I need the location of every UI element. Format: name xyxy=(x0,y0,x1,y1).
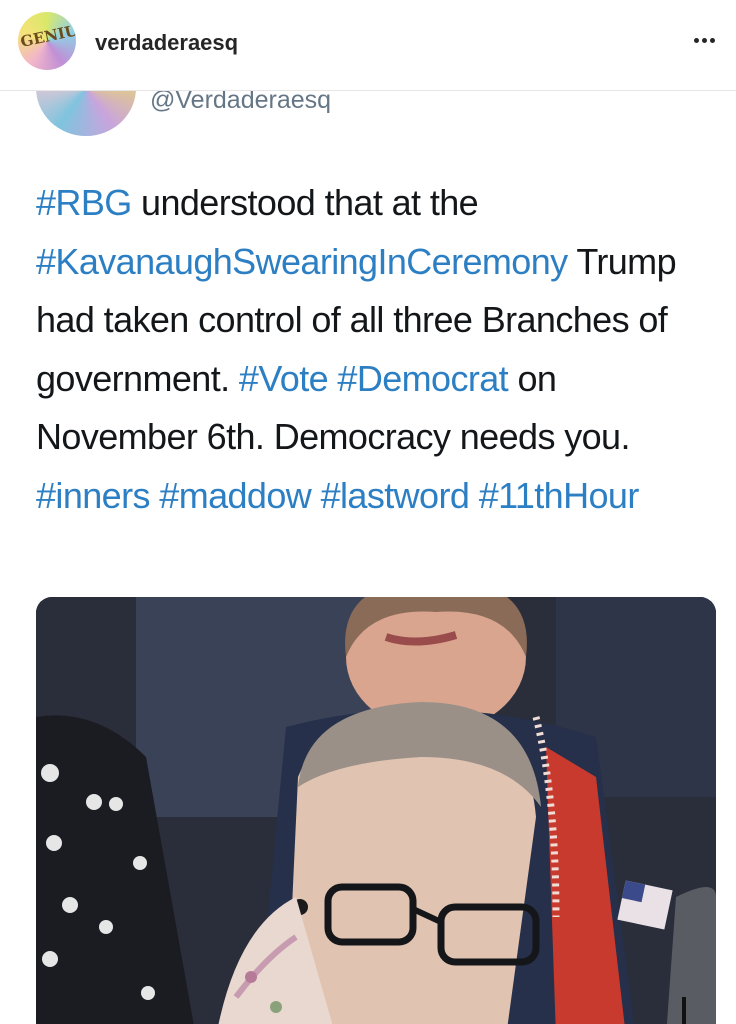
hashtag-link[interactable]: #11thHour xyxy=(479,475,640,516)
tweet-photo[interactable] xyxy=(36,597,716,1024)
hashtag-link[interactable]: #Vote xyxy=(239,358,329,399)
avatar-logo-text: GENIUS xyxy=(18,19,76,51)
hashtag-link[interactable]: #RBG xyxy=(36,182,132,223)
instagram-post: @Verdaderaesq #RBG understood that at th… xyxy=(0,0,736,1024)
hashtag-link[interactable]: #KavanaughSwearingInCeremony xyxy=(36,241,568,282)
tweet-text: #RBG understood that at the #KavanaughSw… xyxy=(36,174,716,525)
tweet-text-segment xyxy=(311,475,320,516)
more-horizontal-icon xyxy=(693,37,699,43)
photo-illustration xyxy=(36,597,716,1024)
hashtag-link[interactable]: #Democrat xyxy=(337,358,508,399)
hashtag-link[interactable]: #lastword xyxy=(321,475,470,516)
hashtag-link[interactable]: #maddow xyxy=(159,475,312,516)
hashtag-link[interactable]: #inners xyxy=(36,475,150,516)
tweet-text-segment xyxy=(469,475,478,516)
profile-avatar[interactable]: GENIUS xyxy=(18,12,76,70)
tweet-text-segment xyxy=(150,475,159,516)
tweet-text-segment xyxy=(328,358,337,399)
more-options-button[interactable] xyxy=(686,26,722,54)
post-header: GENIUS verdaderaesq xyxy=(0,0,736,91)
tweet-text-segment: understood that at the xyxy=(131,182,479,223)
username[interactable]: verdaderaesq xyxy=(95,30,238,56)
